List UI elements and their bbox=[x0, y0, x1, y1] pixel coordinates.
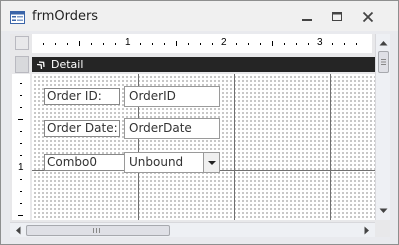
order-date-field[interactable]: OrderDate bbox=[124, 118, 220, 139]
size-grip[interactable] bbox=[375, 222, 390, 237]
ruler-number: 2 bbox=[221, 37, 227, 48]
order-id-field[interactable]: OrderID bbox=[124, 86, 220, 107]
vertical-scrollbar[interactable] bbox=[375, 34, 390, 220]
ruler-number: 3 bbox=[317, 37, 323, 48]
combo-box[interactable]: Unbound bbox=[124, 152, 220, 173]
scroll-down-button[interactable] bbox=[376, 203, 390, 218]
detail-section-grid[interactable]: Order ID: OrderID Order Date: OrderDate … bbox=[32, 74, 375, 220]
scroll-left-button[interactable] bbox=[11, 223, 26, 237]
combo-dropdown-button[interactable] bbox=[203, 153, 219, 172]
grid-line bbox=[234, 74, 235, 220]
ruler-number: 1 bbox=[18, 162, 24, 173]
minimize-icon bbox=[302, 19, 312, 21]
maximize-icon bbox=[332, 12, 342, 21]
order-id-label[interactable]: Order ID: bbox=[44, 88, 120, 105]
close-button[interactable] bbox=[354, 7, 382, 27]
horizontal-scroll-thumb[interactable] bbox=[26, 225, 170, 236]
vertical-scroll-thumb[interactable] bbox=[378, 51, 389, 73]
title-bar[interactable]: frmOrders bbox=[1, 1, 398, 31]
ruler-number: 1 bbox=[125, 37, 131, 48]
chevron-down-icon bbox=[208, 161, 216, 165]
detail-section-bar[interactable]: Detail bbox=[32, 57, 375, 72]
arrow-down-icon bbox=[379, 208, 388, 213]
form-window: frmOrders 1 2 3 Detail 1 Order ID: Order… bbox=[0, 0, 399, 245]
arrow-up-icon bbox=[379, 41, 388, 46]
minimize-button[interactable] bbox=[293, 7, 321, 27]
section-label: Detail bbox=[51, 58, 84, 71]
form-selector[interactable] bbox=[15, 36, 29, 50]
arrow-right-icon bbox=[364, 226, 369, 235]
grid-line bbox=[330, 74, 331, 220]
form-icon[interactable] bbox=[10, 11, 25, 24]
scroll-right-button[interactable] bbox=[359, 223, 374, 237]
order-date-label[interactable]: Order Date: bbox=[44, 120, 120, 137]
close-icon bbox=[362, 11, 374, 23]
section-selector[interactable] bbox=[15, 56, 29, 73]
maximize-button[interactable] bbox=[323, 7, 351, 27]
combo-label[interactable]: Combo0 bbox=[44, 154, 130, 171]
horizontal-scrollbar[interactable] bbox=[10, 222, 375, 237]
section-collapse-icon[interactable] bbox=[37, 60, 46, 69]
scroll-up-button[interactable] bbox=[376, 36, 390, 51]
form-design-area: 1 2 3 Detail 1 Order ID: OrderID Order D… bbox=[10, 34, 390, 237]
combo-value: Unbound bbox=[129, 155, 184, 169]
vertical-ruler[interactable]: 1 bbox=[12, 74, 30, 220]
window-title: frmOrders bbox=[32, 9, 99, 24]
arrow-left-icon bbox=[16, 226, 21, 235]
horizontal-ruler[interactable]: 1 2 3 bbox=[32, 34, 372, 53]
